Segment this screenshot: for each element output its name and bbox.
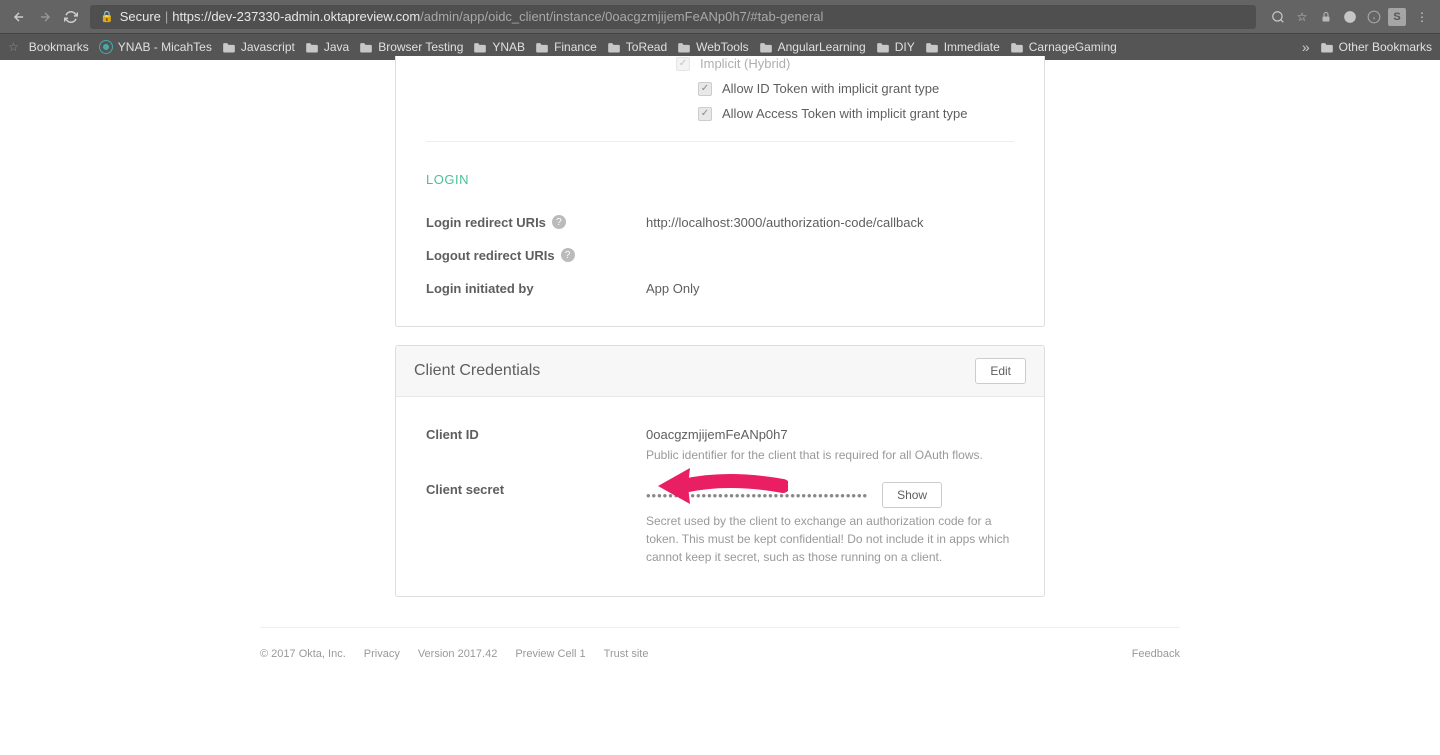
client-id-description: Public identifier for the client that is… (646, 446, 1014, 464)
client-secret-description: Secret used by the client to exchange an… (646, 512, 1014, 566)
client-id-value: 0oacgzmjijemFeANp0h7 (646, 427, 1014, 442)
client-secret-label: Client secret (426, 482, 504, 497)
back-button[interactable] (8, 6, 30, 28)
client-secret-masked: •••••••••••••••••••••••••••••••••••••••• (646, 488, 868, 503)
reload-button[interactable] (60, 6, 82, 28)
extension-s-icon[interactable]: S (1388, 8, 1406, 26)
footer-trust[interactable]: Trust site (604, 648, 649, 660)
folder-icon (1010, 42, 1024, 53)
footer-preview: Preview Cell 1 (515, 648, 585, 660)
bookmark-ynab-folder[interactable]: YNAB (473, 40, 525, 54)
folder-icon (759, 42, 773, 53)
folder-icon (1320, 42, 1334, 53)
folder-icon (607, 42, 621, 53)
extension-lock-icon[interactable] (1316, 7, 1336, 27)
bookmark-diy[interactable]: DIY (876, 40, 915, 54)
bookmark-java[interactable]: Java (305, 40, 349, 54)
search-icon[interactable] (1268, 7, 1288, 27)
other-bookmarks[interactable]: Other Bookmarks (1320, 40, 1432, 54)
client-id-label: Client ID (426, 427, 479, 442)
ynab-icon (99, 40, 113, 54)
page-footer: © 2017 Okta, Inc. Privacy Version 2017.4… (260, 627, 1180, 680)
menu-icon[interactable]: ⋮ (1412, 7, 1432, 27)
bookmark-javascript[interactable]: Javascript (222, 40, 295, 54)
footer-privacy[interactable]: Privacy (364, 648, 400, 660)
folder-icon (359, 42, 373, 53)
bookmark-angular[interactable]: AngularLearning (759, 40, 866, 54)
lock-icon: 🔒 (100, 10, 114, 23)
login-redirect-label: Login redirect URIs (426, 215, 546, 230)
help-icon[interactable]: ? (561, 248, 575, 262)
url-path: /admin/app/oidc_client/instance/0oacgzmj… (420, 9, 823, 24)
login-initiated-label: Login initiated by (426, 281, 534, 296)
bookmark-overflow-icon[interactable]: » (1302, 39, 1310, 55)
bookmark-ynab-micah[interactable]: YNAB - MicahTes (99, 40, 212, 54)
url-host: https://dev-237330-admin.oktapreview.com (172, 9, 420, 24)
folder-icon (222, 42, 236, 53)
grant-implicit-row: Implicit (Hybrid) (426, 56, 1014, 71)
login-redirect-value: http://localhost:3000/authorization-code… (646, 215, 1014, 230)
edit-button[interactable]: Edit (975, 358, 1026, 384)
folder-icon (677, 42, 691, 53)
login-section-heading: LOGIN (426, 142, 1014, 197)
client-credentials-card: Client Credentials Edit Client ID 0oacgz… (395, 345, 1045, 597)
grant-accesstoken-row: Allow Access Token with implicit grant t… (426, 106, 1014, 121)
info-icon[interactable] (1364, 7, 1384, 27)
grant-idtoken-label: Allow ID Token with implicit grant type (722, 81, 939, 96)
bookmark-star-icon: ☆ (8, 40, 19, 54)
profile-icon[interactable] (1340, 7, 1360, 27)
grant-idtoken-row: Allow ID Token with implicit grant type (426, 81, 1014, 96)
checkbox-idtoken[interactable] (698, 82, 712, 96)
browser-toolbar: 🔒 Secure | https://dev-237330-admin.okta… (0, 0, 1440, 33)
bookmark-finance[interactable]: Finance (535, 40, 597, 54)
footer-version: Version 2017.42 (418, 648, 498, 660)
folder-icon (473, 42, 487, 53)
page-content: Implicit (Hybrid) Allow ID Token with im… (395, 56, 1045, 597)
folder-icon (535, 42, 549, 53)
star-icon[interactable]: ☆ (1292, 7, 1312, 27)
bookmark-webtools[interactable]: WebTools (677, 40, 748, 54)
grant-implicit-label: Implicit (Hybrid) (700, 56, 790, 71)
folder-icon (305, 42, 319, 53)
login-initiated-value: App Only (646, 281, 1014, 296)
client-credentials-heading: Client Credentials (414, 362, 540, 380)
bookmark-immediate[interactable]: Immediate (925, 40, 1000, 54)
checkbox-accesstoken[interactable] (698, 107, 712, 121)
secure-label: Secure (120, 9, 161, 24)
bookmarks-menu[interactable]: Bookmarks (29, 40, 89, 54)
folder-icon (876, 42, 890, 53)
folder-icon (925, 42, 939, 53)
checkbox-implicit[interactable] (676, 57, 690, 71)
footer-feedback[interactable]: Feedback (1132, 648, 1180, 660)
bookmark-browser-testing[interactable]: Browser Testing (359, 40, 463, 54)
address-bar[interactable]: 🔒 Secure | https://dev-237330-admin.okta… (90, 5, 1256, 29)
logout-redirect-label: Logout redirect URIs (426, 248, 555, 263)
logout-redirect-value (646, 248, 1014, 263)
grant-accesstoken-label: Allow Access Token with implicit grant t… (722, 106, 967, 121)
show-button[interactable]: Show (882, 482, 942, 508)
general-settings-card: Implicit (Hybrid) Allow ID Token with im… (395, 56, 1045, 327)
forward-button[interactable] (34, 6, 56, 28)
bookmark-toread[interactable]: ToRead (607, 40, 667, 54)
bookmark-carnage[interactable]: CarnageGaming (1010, 40, 1117, 54)
help-icon[interactable]: ? (552, 215, 566, 229)
footer-copyright: © 2017 Okta, Inc. (260, 648, 346, 660)
